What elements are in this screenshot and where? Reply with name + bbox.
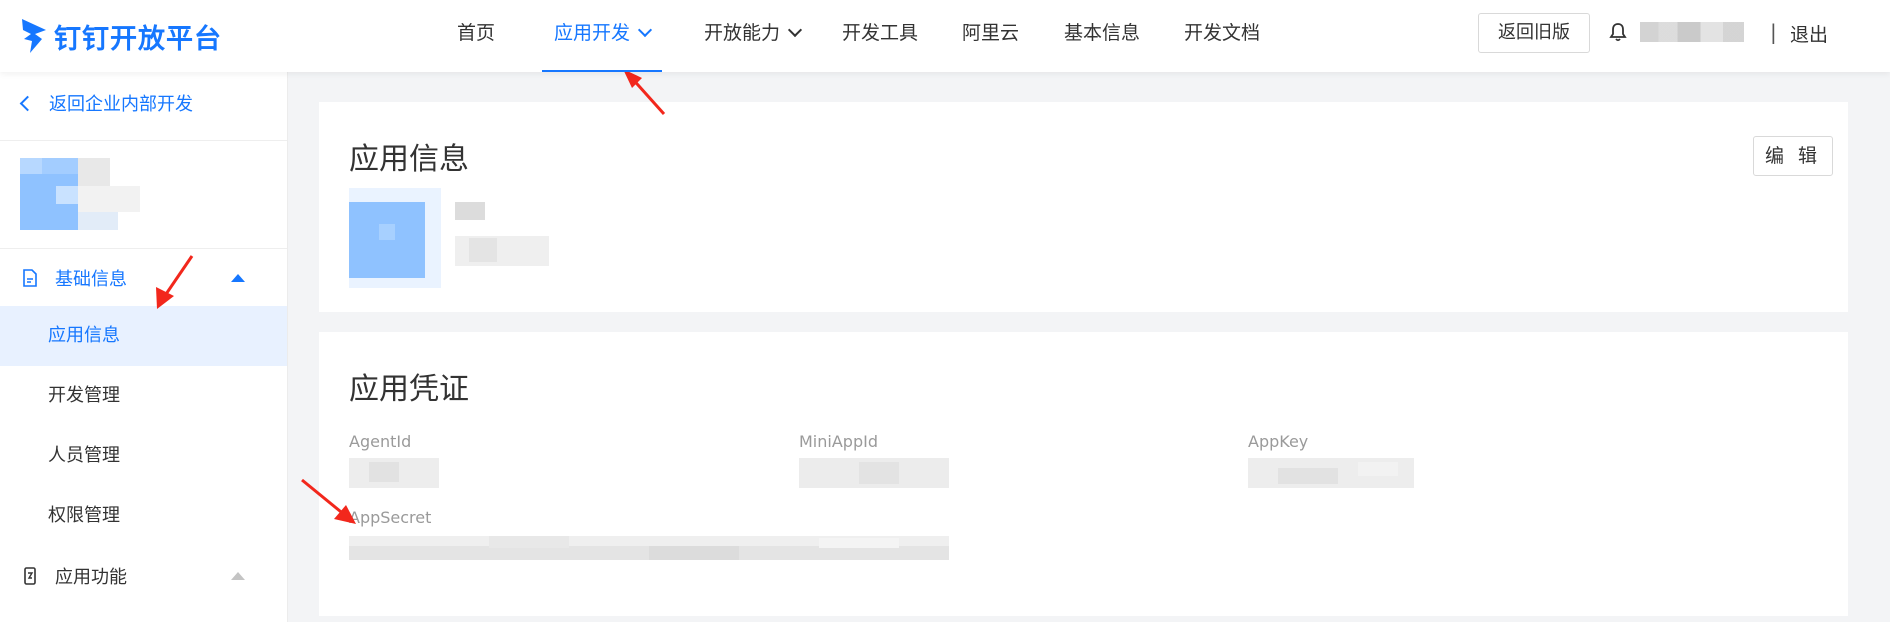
nav-app-dev[interactable]: 应用开发 — [542, 0, 663, 72]
sidebar-item-personnel-management[interactable]: 人员管理 — [0, 426, 287, 486]
brand-name: 钉钉开放平台 — [54, 23, 222, 55]
document-icon — [23, 269, 37, 287]
app-info-card: 应用信息 编 辑 — [319, 102, 1848, 312]
appkey-value-blurred[interactable] — [1248, 458, 1414, 488]
back-to-old-version-button[interactable]: 返回旧版 — [1478, 13, 1590, 53]
divider — [0, 248, 287, 249]
active-tab-indicator — [542, 70, 663, 72]
sidebar-item-app-info[interactable]: 应用信息 — [0, 306, 287, 366]
nav-open-capability[interactable]: 开放能力 — [704, 0, 803, 72]
app-info-title: 应用信息 — [349, 142, 469, 177]
nav-dev-tools[interactable]: 开发工具 — [842, 0, 918, 72]
chevron-down-icon — [787, 22, 803, 38]
dingtalk-bird-icon — [22, 19, 46, 53]
edit-button[interactable]: 编 辑 — [1753, 136, 1833, 176]
caret-up-icon — [231, 274, 245, 282]
nav-dev-docs[interactable]: 开发文档 — [1184, 0, 1260, 72]
caret-up-icon — [231, 572, 245, 580]
user-name-blurred[interactable] — [1640, 22, 1744, 42]
bell-icon[interactable] — [1609, 22, 1627, 42]
app-logo-blurred — [349, 188, 549, 288]
nav-aliyun[interactable]: 阿里云 — [962, 0, 1019, 72]
phone-icon — [24, 567, 36, 585]
logout-link[interactable]: 退出 — [1790, 20, 1828, 47]
divider — [0, 140, 287, 141]
back-to-internal-dev-link[interactable]: 返回企业内部开发 — [19, 90, 193, 116]
nav-home[interactable]: 首页 — [457, 0, 495, 72]
sidebar-item-dev-management[interactable]: 开发管理 — [0, 366, 287, 426]
app-credentials-card: 应用凭证 AgentId MiniAppId AppKey AppSecret — [319, 332, 1848, 616]
sidebar-group-basic-info[interactable]: 基础信息 — [0, 250, 287, 306]
top-navbar: 钉钉开放平台 首页 应用开发 开放能力 开发工具 阿里云 基本信息 开发文档 返… — [0, 0, 1890, 72]
chevron-left-icon — [19, 95, 36, 111]
appsecret-label: AppSecret — [349, 508, 432, 527]
sidebar: 返回企业内部开发 基础信息 应用信息 开发管理 人员管理 权限管理 应用功能 — [0, 72, 288, 622]
dingtalk-logo[interactable]: 钉钉开放平台 — [20, 14, 222, 58]
separator: | — [1770, 20, 1777, 44]
agentid-label: AgentId — [349, 432, 412, 451]
nav-basic-info[interactable]: 基本信息 — [1064, 0, 1140, 72]
agentid-value-blurred[interactable] — [349, 458, 439, 488]
credentials-title: 应用凭证 — [349, 372, 469, 407]
app-avatar-blurred — [20, 158, 140, 230]
chevron-down-icon — [637, 22, 653, 38]
miniappid-label: MiniAppId — [799, 432, 878, 451]
miniappid-value-blurred[interactable] — [799, 458, 949, 488]
sidebar-item-permission-management[interactable]: 权限管理 — [0, 486, 287, 546]
appsecret-value-blurred[interactable] — [349, 532, 949, 562]
appkey-label: AppKey — [1248, 432, 1309, 451]
sidebar-group-app-functions[interactable]: 应用功能 — [0, 548, 287, 604]
